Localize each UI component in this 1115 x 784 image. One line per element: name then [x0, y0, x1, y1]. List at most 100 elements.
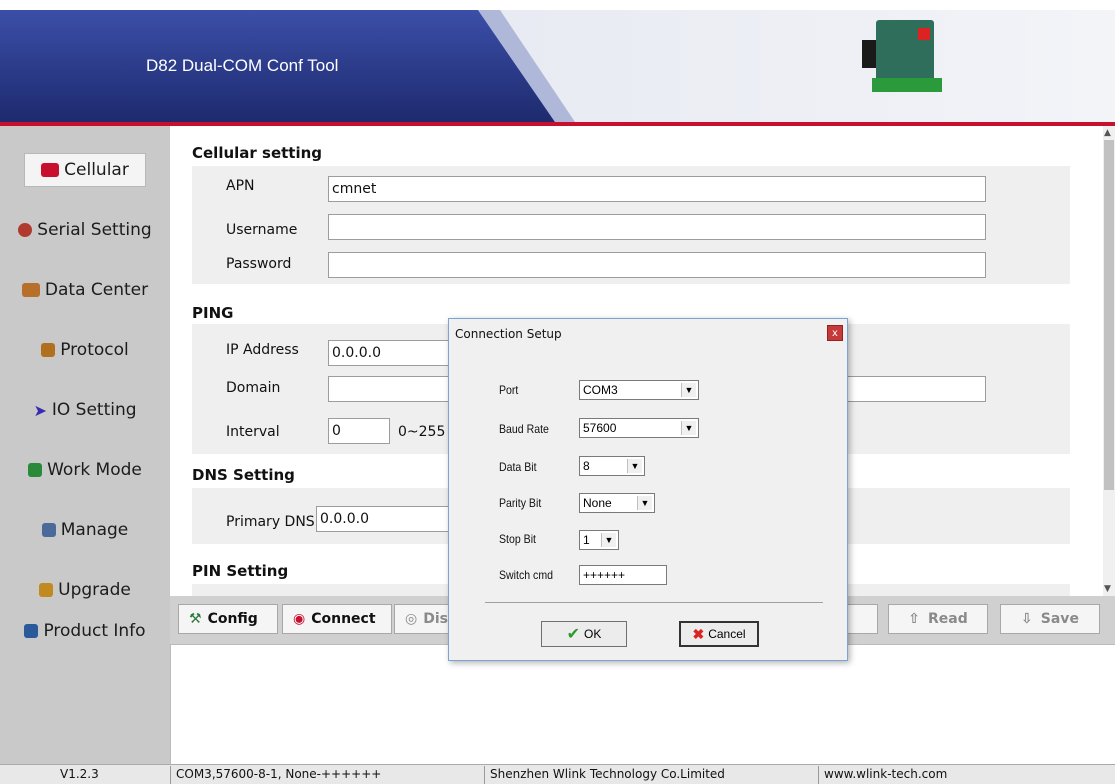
baud-rate-value: 57600 — [583, 421, 617, 435]
switch-cmd-input[interactable] — [579, 565, 667, 585]
device-image — [862, 20, 948, 96]
connect-button[interactable]: ◉ Connect — [282, 604, 392, 634]
port-select[interactable]: COM3 ▼ — [579, 380, 699, 400]
scroll-down-icon[interactable]: ▼ — [1104, 584, 1111, 594]
status-connection: COM3,57600-8-1, None-++++++ — [176, 767, 382, 781]
arrow-up-icon: ⇧ — [908, 611, 920, 627]
stop-bit-select[interactable]: 1 ▼ — [579, 530, 619, 550]
sidebar-item-product-info[interactable]: Product Info — [0, 601, 170, 661]
data-bit-label: Data Bit — [499, 460, 537, 474]
interval-input[interactable] — [328, 418, 390, 444]
sidebar-item-manage[interactable]: Manage — [0, 500, 170, 560]
cancel-x-icon: ✖ — [692, 625, 705, 642]
status-version: V1.2.3 — [60, 767, 99, 781]
connect-icon: ◉ — [293, 611, 306, 627]
switch-cmd-label: Switch cmd — [499, 568, 553, 582]
serial-icon — [18, 223, 33, 237]
domain-label: Domain — [226, 380, 281, 396]
config-button[interactable]: ⚒ Config — [178, 604, 278, 634]
section-title-ping: PING — [192, 304, 234, 322]
status-separator — [484, 766, 485, 784]
sidebar-item-label: Product Info — [43, 621, 146, 641]
read-button-label: Read — [927, 611, 968, 627]
upgrade-icon — [39, 583, 54, 597]
sidebar-item-label: Upgrade — [58, 580, 131, 600]
baud-rate-label: Baud Rate — [499, 422, 549, 436]
product-info-icon — [24, 624, 39, 638]
stop-bit-label: Stop Bit — [499, 532, 536, 546]
sidebar-item-label: Cellular — [64, 160, 129, 180]
app-title: D82 Dual-COM Conf Tool — [146, 56, 339, 75]
parity-bit-select[interactable]: None ▼ — [579, 493, 655, 513]
dialog-title: Connection Setup — [455, 327, 562, 341]
disconnect-button-label: Dis — [423, 611, 448, 627]
work-mode-icon — [28, 463, 43, 477]
baud-rate-select[interactable]: 57600 ▼ — [579, 418, 699, 438]
parity-bit-label: Parity Bit — [499, 496, 542, 510]
password-input[interactable] — [328, 252, 986, 278]
chevron-down-icon: ▼ — [637, 496, 652, 510]
scrollbar-thumb[interactable] — [1104, 140, 1114, 490]
section-title-dns: DNS Setting — [192, 466, 295, 484]
sidebar-item-cellular[interactable]: Cellular — [0, 140, 170, 200]
port-label: Port — [499, 383, 519, 397]
apn-label: APN — [226, 178, 255, 194]
primary-dns-label: Primary DNS — [226, 514, 315, 530]
password-label: Password — [226, 256, 292, 272]
protocol-icon — [41, 343, 56, 357]
sidebar-item-protocol[interactable]: Protocol — [0, 320, 170, 380]
status-separator — [170, 766, 171, 784]
status-website: www.wlink-tech.com — [824, 767, 948, 781]
sidebar-item-label: Data Center — [44, 280, 149, 300]
section-title-pin: PIN Setting — [192, 562, 289, 580]
sidebar-item-serial[interactable]: Serial Setting — [0, 200, 170, 260]
sidebar-item-data-center[interactable]: Data Center — [0, 260, 170, 320]
log-output[interactable] — [170, 644, 1115, 764]
primary-dns-input[interactable] — [316, 506, 456, 532]
ok-button-label: OK — [584, 627, 602, 641]
sidebar-nav: Cellular Serial Setting Data Center Prot… — [0, 126, 170, 764]
apn-input[interactable] — [328, 176, 986, 202]
data-bit-select[interactable]: 8 ▼ — [579, 456, 645, 476]
interval-range: 0~255 — [398, 424, 446, 440]
status-separator — [818, 766, 819, 784]
ip-address-input[interactable] — [328, 340, 458, 366]
cancel-button[interactable]: ✖ Cancel — [679, 621, 759, 647]
chevron-down-icon: ▼ — [627, 459, 642, 473]
manage-icon — [41, 523, 56, 537]
sidebar-item-label: Manage — [60, 520, 129, 540]
section-title-cellular: Cellular setting — [192, 144, 323, 162]
scroll-up-icon[interactable]: ▲ — [1104, 128, 1111, 138]
arrow-right-icon: ➤ — [33, 400, 47, 420]
save-button[interactable]: ⇩ Save — [1000, 604, 1100, 634]
interval-label: Interval — [226, 424, 280, 440]
arrow-down-icon: ⇩ — [1021, 611, 1033, 627]
sidebar-item-label: Serial Setting — [37, 220, 152, 240]
chevron-down-icon: ▼ — [681, 383, 696, 397]
ip-address-label: IP Address — [226, 342, 299, 358]
read-button[interactable]: ⇧ Read — [888, 604, 988, 634]
username-input[interactable] — [328, 214, 986, 240]
sidebar-item-io-setting[interactable]: ➤ IO Setting — [0, 380, 170, 440]
username-label: Username — [226, 222, 298, 238]
disconnect-icon: ◎ — [405, 611, 418, 627]
data-center-icon — [21, 283, 40, 297]
data-bit-value: 8 — [583, 459, 590, 473]
status-bar: V1.2.3 COM3,57600-8-1, None-++++++ Shenz… — [0, 764, 1115, 784]
config-button-label: Config — [207, 611, 258, 627]
close-icon[interactable]: x — [827, 325, 843, 341]
stop-bit-value: 1 — [583, 533, 590, 547]
sidebar-item-label: Work Mode — [47, 460, 142, 480]
status-company: Shenzhen Wlink Technology Co.Limited — [490, 767, 725, 781]
parity-bit-value: None — [583, 496, 612, 510]
save-button-label: Save — [1040, 611, 1079, 627]
chevron-down-icon: ▼ — [601, 533, 616, 547]
sidebar-item-work-mode[interactable]: Work Mode — [0, 440, 170, 500]
wrench-icon: ⚒ — [189, 611, 202, 627]
connection-setup-dialog: Connection Setup x Port COM3 ▼ Baud Rate… — [448, 318, 848, 661]
sidebar-item-label: Protocol — [60, 340, 129, 360]
chevron-down-icon: ▼ — [681, 421, 696, 435]
dialog-divider — [485, 602, 823, 603]
ok-button[interactable]: ✔ OK — [541, 621, 627, 647]
sidebar-item-label: IO Setting — [51, 400, 137, 420]
